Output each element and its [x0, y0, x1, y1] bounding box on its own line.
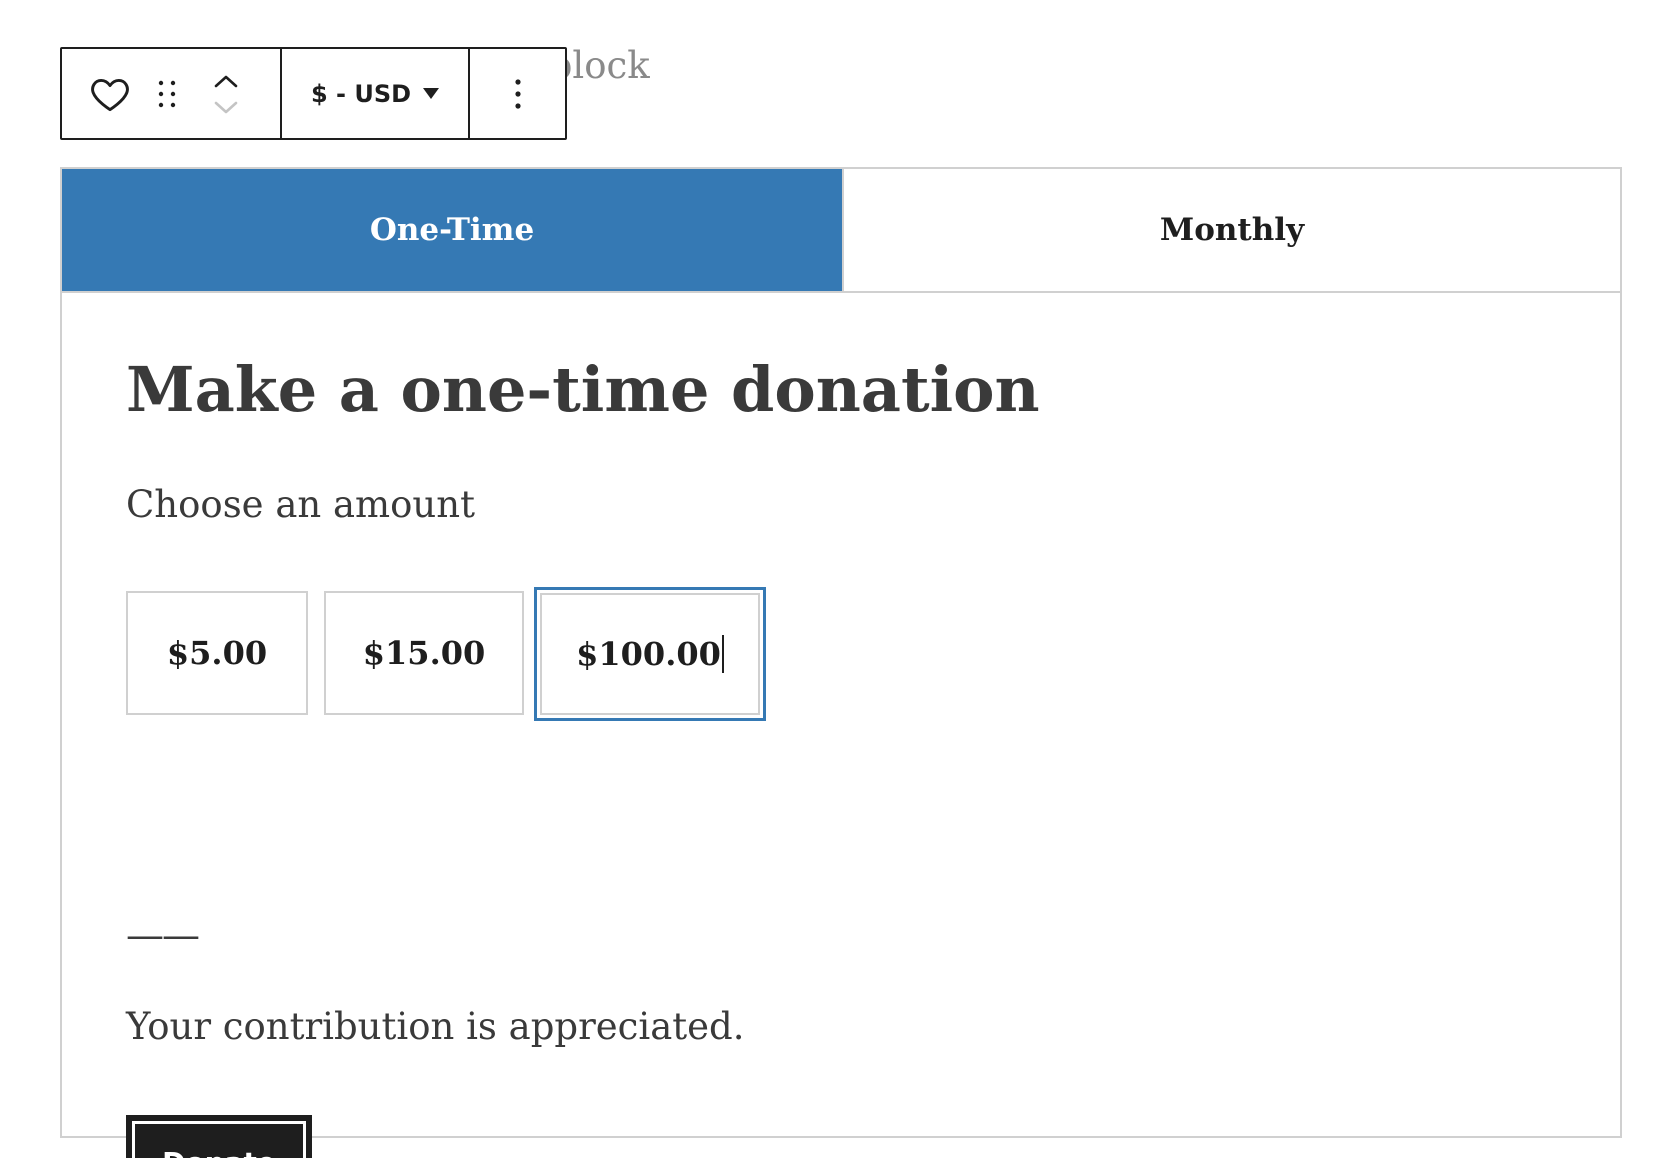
text-cursor	[721, 635, 724, 673]
tab-monthly[interactable]: Monthly	[842, 169, 1620, 291]
editor-canvas: ose a block	[0, 0, 1654, 1158]
currency-label: $ - USD	[310, 79, 412, 108]
tab-one-time[interactable]: One-Time	[62, 169, 842, 291]
block-toolbar-group-options	[470, 49, 565, 138]
donate-button[interactable]: Donate	[126, 1115, 312, 1158]
drag-handle-icon[interactable]	[152, 74, 182, 114]
caret-down-icon	[423, 88, 440, 99]
donation-heading[interactable]: Make a one-time donation	[126, 353, 1040, 426]
thanks-text[interactable]: Your contribution is appreciated.	[126, 1005, 745, 1048]
chevron-down-icon[interactable]	[206, 94, 246, 120]
block-toolbar: $ - USD	[60, 47, 567, 140]
currency-dropdown-button[interactable]: $ - USD	[310, 79, 440, 108]
amount-option-2[interactable]: $15.00	[324, 591, 524, 715]
separator: ——	[126, 913, 200, 957]
frequency-tabs: One-Time Monthly	[62, 169, 1620, 293]
more-vertical-icon[interactable]	[503, 72, 533, 116]
chevron-up-icon[interactable]	[206, 68, 246, 94]
amount-option-3[interactable]: $100.00	[534, 587, 766, 721]
donate-button-label: Donate	[132, 1121, 306, 1158]
block-mover	[206, 64, 246, 124]
choose-amount-label: Choose an amount	[126, 483, 475, 526]
block-toolbar-group-currency: $ - USD	[282, 49, 470, 138]
amount-value-3: $100.00	[576, 635, 721, 673]
amount-option-1[interactable]: $5.00	[126, 591, 308, 715]
donation-block[interactable]: One-Time Monthly Make a one-time donatio…	[60, 167, 1622, 1158]
block-toolbar-group-block	[62, 49, 282, 138]
heart-icon[interactable]	[88, 72, 132, 116]
amount-input-3[interactable]: $100.00	[540, 593, 760, 715]
